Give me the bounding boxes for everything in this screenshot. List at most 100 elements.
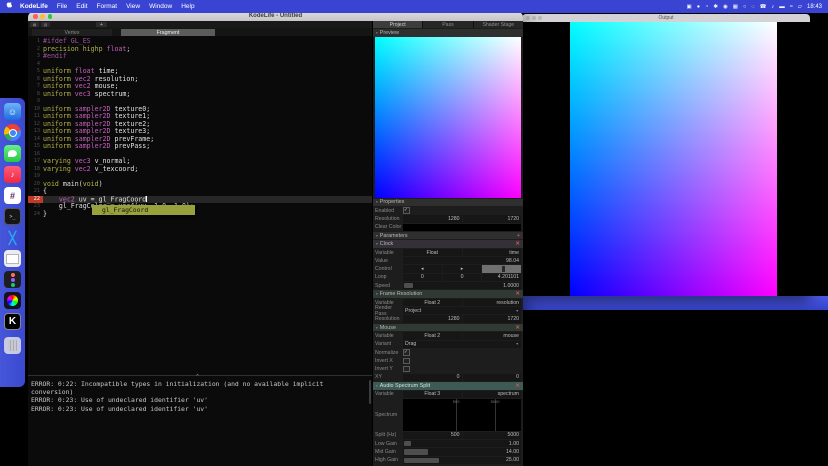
invert-y-checkbox[interactable] [403,366,410,373]
record-icon[interactable]: ● [697,4,700,10]
code-line-20[interactable]: 20void main(void) [28,181,372,189]
code-line-2[interactable]: 2precision highp float; [28,46,372,54]
low-gain-slider[interactable]: 1.00 [403,440,521,447]
dock-chrome-icon[interactable] [4,124,21,141]
menu-file[interactable]: File [57,3,67,10]
menu-edit[interactable]: Edit [76,3,87,10]
remove-frame-resolution-button[interactable]: ✕ [515,291,520,297]
dock-media-icon[interactable] [4,292,21,309]
remove-mouse-button[interactable]: ✕ [515,325,520,331]
clock-type-dropdown[interactable]: Float [403,249,462,256]
mouse-variable-name[interactable]: mouse [463,332,522,339]
code-editor[interactable]: 1#ifdef GL_ES2precision highp float;3#en… [28,36,372,375]
frame-resolution-section-header[interactable]: ▾ Frame Resolution ✕ [373,290,523,298]
close-button[interactable] [526,16,530,20]
loop-start-field[interactable]: 0 [403,274,442,281]
dock-music-icon[interactable]: ♪ [4,166,21,183]
screen-mirroring-icon[interactable]: ▣ [687,4,692,10]
tab-project[interactable]: Project [373,21,422,28]
clock-section-header[interactable]: ▾ Clock ✕ [373,240,523,248]
battery-icon[interactable]: ▬ [779,4,785,10]
mouse-type-dropdown[interactable]: Float 2 [403,332,462,339]
camera-icon[interactable]: ◉ [723,4,728,10]
close-button[interactable] [33,14,38,19]
mid-gain-slider[interactable]: 14.00 [403,448,521,455]
output-titlebar[interactable]: Output [522,14,810,22]
menu-view[interactable]: View [126,3,140,10]
add-pass-button[interactable]: + [96,22,107,28]
remove-clock-button[interactable]: ✕ [515,241,520,247]
focus-icon[interactable]: ○ [743,4,746,10]
slider-thumb[interactable] [404,458,439,463]
slider-thumb[interactable] [404,283,413,288]
wifi-icon[interactable]: ≈ [790,4,793,10]
minimize-button[interactable] [532,16,536,20]
variant-dropdown[interactable]: Drag▼ [403,341,521,348]
dock-vscode-icon[interactable]: ╳ [4,229,21,246]
mouse-section-header[interactable]: ▾ Mouse ✕ [373,324,523,332]
zoom-button[interactable] [538,16,542,20]
window-manager-icon[interactable]: ▦ [733,4,738,10]
frame-width-field[interactable]: 1280 [403,315,462,322]
clock-variable-name[interactable]: time [463,249,522,256]
dock-messages-icon[interactable] [4,145,21,162]
split-low-field[interactable]: 500 [403,432,462,439]
dock-finder-icon[interactable]: ☺ [4,103,21,120]
remove-audio-button[interactable]: ✕ [515,383,520,389]
music-icon[interactable]: ♪ [771,4,774,10]
dock-mail-icon[interactable] [4,250,21,267]
error-console-scrollbar[interactable] [369,380,371,404]
clear-color-swatch[interactable] [403,224,521,231]
control-center-icon[interactable]: ▱ [798,4,802,10]
add-parameter-button[interactable]: + [517,233,520,239]
dock-terminal-icon[interactable]: >_ [4,208,21,225]
autocomplete-popup[interactable]: gl_FragCoord [92,205,195,215]
menu-help[interactable]: Help [181,3,194,10]
clock-play-button[interactable]: ▸ [443,265,482,272]
passes-menu-button[interactable]: ▤ [30,22,39,28]
slider-thumb[interactable] [404,449,428,454]
properties-section-header[interactable]: ▾ Properties [373,199,523,207]
dock-trash-icon[interactable] [4,337,21,354]
code-line-8[interactable]: 8uniform vec3 spectrum; [28,91,372,99]
menu-kodelife[interactable]: KodeLife [20,3,48,10]
render-pass-dropdown[interactable]: Project▼ [403,307,521,314]
bluetooth-icon[interactable]: ◌ [751,4,754,10]
tab-pass[interactable]: Pass [423,21,472,28]
audio-spectrum-section-header[interactable]: ▾ Audio Spectrum Split ✕ [373,382,523,390]
tab-fragment[interactable]: Fragment [121,29,215,36]
tab-shader-stage[interactable]: Shader Stage [474,21,523,28]
audio-variable-name[interactable]: spectrum [463,391,522,398]
code-line-23[interactable]: 23 gl_FragColor = vec4(uv, 1.0, 1.0); [28,203,372,211]
frame-type-dropdown[interactable]: Float 2 [403,299,462,306]
speed-slider[interactable]: 1.0000 [403,282,521,289]
clock-step-back-button[interactable]: ◂ [403,265,442,272]
tab-vertex[interactable]: Vertex [32,29,112,36]
clock-value-field[interactable]: 98.04 [403,257,521,264]
clock-scrub-slider[interactable] [482,265,521,272]
split-high-field[interactable]: 5000 [463,432,522,439]
resolution-height-field[interactable]: 1720 [463,215,522,222]
layout-button[interactable]: ▥ [41,22,50,28]
dock-slack-icon[interactable]: # [4,187,21,204]
apple-menu-icon[interactable] [6,2,13,11]
battery-status-icon[interactable]: ◔ [705,4,708,10]
error-console[interactable]: ^ ERROR: 0:22: Incompatible types in ini… [28,375,372,466]
keyboard-brightness-icon[interactable]: ✱ [713,4,718,10]
invert-x-checkbox[interactable] [403,358,410,365]
loop-time-field[interactable]: 4.201101 [482,274,521,281]
code-line-18[interactable]: 18varying vec2 v_texcoord; [28,166,372,174]
loop-end-field[interactable]: 0 [443,274,482,281]
preview-section-header[interactable]: ▾ Preview [373,29,523,37]
parameters-section-header[interactable]: ▾ Parameters + [373,232,523,240]
audio-type-dropdown[interactable]: Float 3 [403,391,462,398]
resolution-width-field[interactable]: 1280 [403,215,462,222]
code-line-15[interactable]: 15uniform sampler2D prevPass; [28,143,372,151]
code-line-3[interactable]: 3#endif [28,53,372,61]
menu-format[interactable]: Format [97,3,118,10]
dock-kodelife-icon[interactable]: K [4,313,21,330]
dock-figma-icon[interactable] [4,271,21,288]
high-gain-slider[interactable]: 25.00 [403,457,521,464]
enabled-checkbox[interactable] [403,207,410,214]
frame-variable-name[interactable]: resolution [463,299,522,306]
